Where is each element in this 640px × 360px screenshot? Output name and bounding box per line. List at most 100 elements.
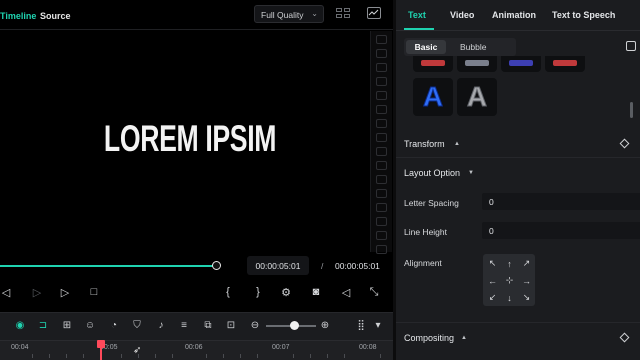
split-icon[interactable]: ⊐: [36, 318, 50, 332]
preset-glyph: A: [466, 81, 488, 113]
text-preset-blue[interactable]: A: [413, 78, 453, 116]
tab-text[interactable]: Text: [408, 10, 426, 20]
segment-basic[interactable]: Basic: [406, 40, 446, 54]
letter-spacing-input[interactable]: 0: [482, 193, 640, 210]
add-media-icon[interactable]: ⊞: [60, 318, 74, 332]
ruler-minor-tick: [49, 354, 50, 358]
section-divider: [396, 157, 640, 158]
chevron-up-icon[interactable]: ▲: [454, 141, 460, 147]
filmstrip-hole: [376, 105, 387, 114]
preset-swatch: [421, 60, 445, 66]
fullscreen-icon[interactable]: ⤡: [366, 284, 382, 300]
filmstrip-hole: [376, 91, 387, 100]
text-preset-partial[interactable]: [413, 56, 453, 72]
text-preset-partial[interactable]: [457, 56, 497, 72]
filmstrip-hole: [376, 161, 387, 170]
timeline-toolbar: [0, 312, 393, 340]
filmstrip: [370, 31, 392, 254]
compositing-section[interactable]: Compositing: [404, 333, 454, 343]
alignment-grid: ↖ ↑ ↗ ← ⊹ → ↙ ↓ ↘: [483, 254, 535, 306]
alignment-option-2[interactable]: ↗: [518, 255, 535, 272]
mark-out-icon[interactable]: }: [250, 284, 266, 300]
filmstrip-hole: [376, 189, 387, 198]
tab-video[interactable]: Video: [450, 10, 474, 20]
quality-dropdown[interactable]: Full Quality ⌄: [254, 5, 324, 23]
alignment-option-7[interactable]: ↓: [501, 289, 518, 306]
ruler-tick-label: 00:06: [185, 344, 203, 351]
alignment-option-0[interactable]: ↖: [484, 255, 501, 272]
filmstrip-hole: [376, 133, 387, 142]
grid-view-icon[interactable]: [336, 8, 352, 20]
preset-swatch: [509, 60, 533, 66]
replace-icon[interactable]: ⧉: [201, 318, 215, 332]
ruler-tick-label: 00:04: [11, 344, 29, 351]
alignment-option-4[interactable]: ⊹: [501, 272, 518, 289]
line-height-input[interactable]: 0: [482, 222, 640, 239]
alignment-option-1[interactable]: ↑: [501, 255, 518, 272]
ruler-minor-tick: [380, 354, 381, 358]
filmstrip-hole: [376, 175, 387, 184]
filmstrip-hole: [376, 217, 387, 226]
mark-in-icon[interactable]: {: [220, 284, 236, 300]
fit-icon[interactable]: ⊡: [224, 318, 238, 332]
cursor-icon: ➶: [133, 345, 142, 356]
snapshot-icon[interactable]: ◙: [308, 284, 324, 300]
current-timecode[interactable]: 00:00:05:01: [247, 256, 309, 275]
filmstrip-hole: [376, 245, 387, 254]
zoom-in-icon[interactable]: ⊕: [318, 318, 332, 332]
ai-tool-icon[interactable]: ◉: [13, 318, 27, 332]
alignment-option-8[interactable]: ↘: [518, 289, 535, 306]
microphone-icon[interactable]: ♪: [154, 318, 168, 332]
volume-icon[interactable]: ◁: [338, 284, 354, 300]
save-preset-icon[interactable]: [626, 41, 636, 51]
ruler-minor-tick: [155, 354, 156, 358]
ruler-minor-tick: [310, 354, 311, 358]
ruler-minor-tick: [293, 354, 294, 358]
zoom-out-icon[interactable]: ⊖: [248, 318, 262, 332]
playback-progress[interactable]: [0, 265, 216, 267]
render-settings-icon[interactable]: ⚙: [278, 284, 294, 300]
track-layout-icon[interactable]: ⣿: [354, 318, 368, 332]
filmstrip-hole: [376, 35, 387, 44]
text-preset-gray[interactable]: A: [457, 78, 497, 116]
player-header: Timeline Source Full Quality ⌄: [0, 0, 393, 30]
ruler-minor-tick: [327, 354, 328, 358]
tab-timeline[interactable]: Timeline: [0, 11, 36, 21]
waveform-icon[interactable]: [367, 7, 381, 19]
more-dropdown-icon[interactable]: ▾: [371, 318, 385, 332]
ruler-minor-tick: [121, 354, 122, 358]
chevron-up-icon[interactable]: ▲: [461, 335, 467, 341]
alignment-option-5[interactable]: →: [518, 272, 535, 289]
canvas-title-text[interactable]: LOREM IPSIM: [53, 118, 327, 160]
layout-option-section[interactable]: Layout Option: [404, 168, 460, 178]
playback-scrubber[interactable]: [212, 261, 221, 270]
text-preset-partial[interactable]: [545, 56, 585, 72]
next-frame-icon[interactable]: ▷: [29, 284, 45, 300]
ruler-minor-tick: [206, 354, 207, 358]
audio-mixer-icon[interactable]: ≡: [177, 318, 191, 332]
filmstrip-hole: [376, 147, 387, 156]
stop-icon[interactable]: □: [86, 284, 102, 300]
play-icon[interactable]: ▷: [57, 284, 73, 300]
line-height-label: Line Height: [404, 227, 448, 237]
quality-label: Full Quality: [261, 10, 304, 20]
inspector-scrollbar[interactable]: [630, 102, 633, 118]
chevron-down-icon[interactable]: ▼: [468, 170, 474, 176]
alignment-option-6[interactable]: ↙: [484, 289, 501, 306]
previous-frame-icon[interactable]: ◁: [0, 284, 14, 300]
tab-animation[interactable]: Animation: [492, 10, 536, 20]
tab-source[interactable]: Source: [40, 11, 71, 21]
zoom-slider-thumb[interactable]: [290, 321, 299, 330]
ruler-minor-tick: [66, 354, 67, 358]
preset-swatch: [553, 60, 577, 66]
transform-section[interactable]: Transform: [404, 139, 445, 149]
tab-text-to-speech[interactable]: Text to Speech: [552, 10, 615, 20]
shield-icon[interactable]: ⛉: [130, 318, 144, 332]
sticker-icon[interactable]: ☺: [83, 318, 97, 332]
speed-icon[interactable]: ◔: [107, 318, 121, 332]
ruler-tick-label: 00:07: [272, 344, 290, 351]
alignment-option-3[interactable]: ←: [484, 272, 501, 289]
filmstrip-hole: [376, 231, 387, 240]
segment-bubble[interactable]: Bubble: [460, 42, 486, 52]
text-preset-partial[interactable]: [501, 56, 541, 72]
